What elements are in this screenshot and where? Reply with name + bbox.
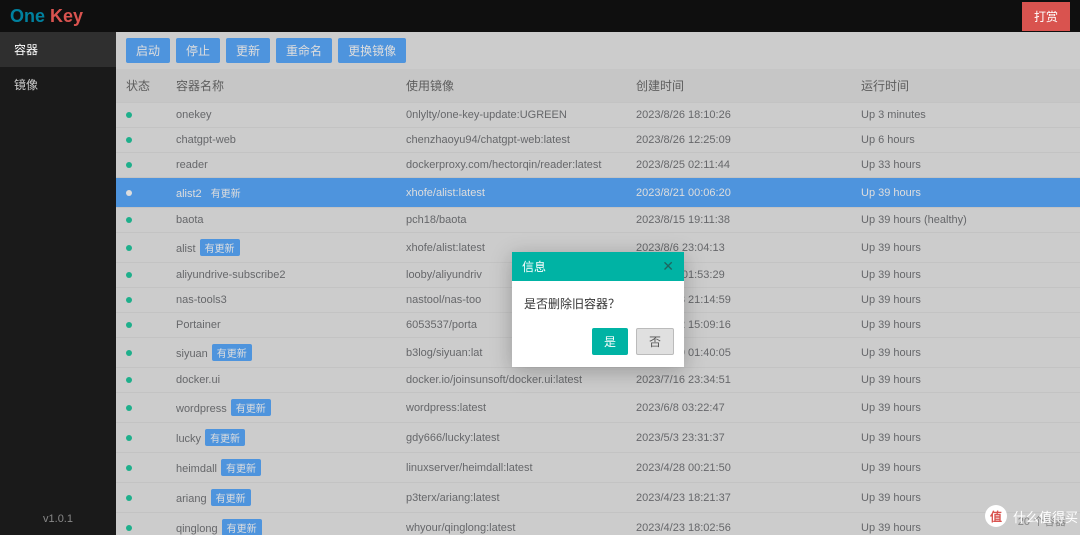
main-layout: 容器镜像 v1.0.1 启动停止更新重命名更换镜像 状态 容器名称 使用镜像 创… (0, 32, 1080, 535)
sidebar-item-0[interactable]: 容器 (0, 32, 116, 67)
modal-footer: 是 否 (512, 320, 684, 367)
version-label: v1.0.1 (0, 503, 116, 535)
yes-button[interactable]: 是 (592, 328, 628, 355)
sidebar: 容器镜像 v1.0.1 (0, 32, 116, 535)
app-header: One Key 打赏 (0, 0, 1080, 32)
sidebar-item-1[interactable]: 镜像 (0, 67, 116, 102)
confirm-modal: 信息 ✕ 是否删除旧容器？ 是 否 (512, 252, 684, 367)
modal-header: 信息 ✕ (512, 252, 684, 281)
modal-overlay[interactable]: 信息 ✕ 是否删除旧容器？ 是 否 (116, 32, 1080, 535)
content-area: 启动停止更新重命名更换镜像 状态 容器名称 使用镜像 创建时间 运行时间 one… (116, 32, 1080, 535)
no-button[interactable]: 否 (636, 328, 674, 355)
logo-part-key: Key (45, 6, 83, 26)
modal-body-text: 是否删除旧容器？ (512, 281, 684, 320)
donate-button[interactable]: 打赏 (1022, 2, 1070, 31)
logo-part-one: One (10, 6, 45, 26)
watermark-text: 什么值得买 (1013, 507, 1078, 526)
watermark-icon: 值 (985, 505, 1007, 527)
close-icon[interactable]: ✕ (662, 258, 674, 275)
app-logo: One Key (10, 6, 83, 27)
modal-title: 信息 (522, 258, 546, 275)
watermark: 值 什么值得买 (985, 505, 1078, 527)
